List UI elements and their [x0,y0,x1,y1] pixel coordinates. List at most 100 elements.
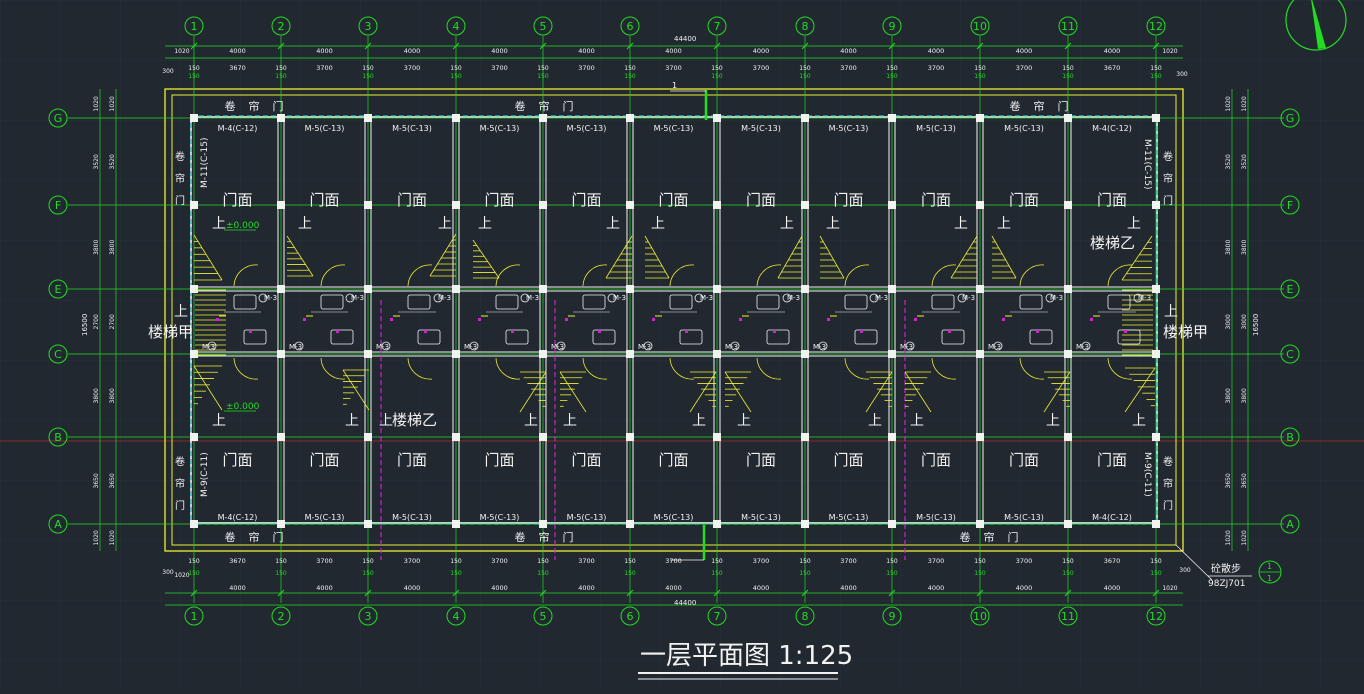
shop-label-lower-4: 门面 [571,451,601,469]
dim-bay-top-6: 4000 [753,47,770,55]
shop-label-lower-0: 门面 [222,451,252,469]
column-3-1 [452,201,460,209]
overall-dimension-bottom: 44400 [674,599,696,607]
bottom-door-0: M-4(C-12) [218,513,258,522]
column-1-1 [277,201,285,209]
column-7-3 [801,350,809,358]
dim-clear-bottom-8: 3700 [928,557,945,565]
pipe-mark-6 [739,318,742,321]
bottom-door-8: M-5(C-13) [916,513,956,522]
dim-wall-bottom-6: 150 [711,558,723,565]
dim-clear-top-3: 3700 [491,64,508,72]
dim-clear-bottom-4: 3700 [578,557,595,565]
up-label-lower: 上 [379,413,393,429]
door-m3-lower-6: M-3 [725,343,738,351]
column-3-5 [452,520,460,528]
rolling-door-4-0: 卷 [515,530,526,544]
dim-edge-top-left: 1020 [174,48,189,55]
rolling-door-4-2: 门 [563,530,574,544]
rolling-door-2-0: 卷 [1010,99,1021,113]
dim-wall2-top-0: 150 [188,73,200,80]
column-4-5 [539,520,547,528]
up-label-upper-2: 上 [438,216,452,232]
column-3-2 [452,285,460,293]
dim-wall-top-10: 150 [1062,65,1074,72]
bottom-door-7: M-5(C-13) [829,513,869,522]
column-1-5 [277,520,285,528]
pipe-mark-b-4 [598,330,601,333]
dim-v-left-5: 3650 [93,473,100,488]
door-m3-upper-10: M-3 [1138,294,1151,302]
pipe-mark-b-10 [1124,330,1127,333]
dim-v2-right-5: 3650 [1241,473,1248,488]
pipe-mark-b-9 [1036,330,1039,333]
column-2-3 [364,350,372,358]
rolling-door-0-1: 帘 [249,99,260,113]
axis-label-right-F: F [1287,199,1293,212]
pipe-mark-1 [303,318,306,321]
dim-wall-top-11: 150 [1150,65,1162,72]
overall-depth-right: 16500 [1252,314,1260,336]
dim-clear-top-6: 3700 [753,64,770,72]
pipe-mark-b-5 [685,330,688,333]
dim-bay-top-0: 4000 [229,47,246,55]
column-3-4 [452,433,460,441]
column-10-0 [1064,114,1072,122]
top-door-9: M-5(C-13) [1004,124,1044,133]
column-9-3 [976,350,984,358]
column-0-3 [190,350,198,358]
axis-label-bottom-7: 7 [714,610,721,623]
dim-bay-top-1: 4000 [316,47,333,55]
dim-offset-top-left: 300 [162,68,174,75]
dim-v-left-1: 3520 [93,154,100,169]
side-door-bottom-right: M-9(C-11) [1142,452,1152,497]
rolling-door-1-0: 卷 [515,99,526,113]
axis-label-top-8: 8 [802,20,809,33]
pipe-mark-9 [1002,318,1005,321]
dim-v-left-2: 3800 [93,240,100,255]
column-2-5 [364,520,372,528]
dim-wall-bottom-0: 150 [188,558,200,565]
dim-wall-bottom-4: 150 [537,558,549,565]
pipe-mark-b-1 [336,330,339,333]
dim-edge-bottom-right: 1020 [1162,585,1177,592]
axis-label-left-G: G [54,112,63,125]
column-2-4 [364,433,372,441]
column-11-4 [1152,433,1160,441]
rolling-door-2-2: 门 [1058,99,1069,113]
pipe-mark-b-6 [773,330,776,333]
shop-label-upper-0: 门面 [222,191,252,209]
rolling-door-0-2: 门 [273,99,284,113]
dim-v2-right-3: 3000 [1241,314,1248,329]
dim-wall2-bottom-9: 150 [974,570,986,577]
axis-label-top-4: 4 [453,20,460,33]
dim-clear-bottom-10: 3670 [1104,557,1121,565]
shop-label-upper-8: 门面 [921,191,951,209]
dim-wall2-top-1: 150 [275,73,287,80]
axis-label-bottom-5: 5 [540,610,547,623]
column-2-0 [364,114,372,122]
column-2-1 [364,201,372,209]
up-label-upper-4: 上 [606,216,620,232]
column-10-2 [1064,285,1072,293]
detail-index-top: 1 [1267,562,1272,571]
pipe-mark-b-0 [249,330,252,333]
rolling-door-3-0: 卷 [225,530,236,544]
column-9-2 [976,285,984,293]
dim-wall2-top-7: 150 [799,73,811,80]
dim-wall-top-3: 150 [450,65,462,72]
column-11-3 [1152,350,1160,358]
column-8-1 [888,201,896,209]
rolling-door-0-0: 卷 [225,99,236,113]
column-9-0 [976,114,984,122]
stair-b-label-lower: 楼梯乙 [392,411,437,429]
door-m3-lower-3: M-3 [464,343,477,351]
pipe-mark-3 [478,318,481,321]
axis-label-left-C: C [54,348,62,361]
dim-v-right-3: 3000 [1225,314,1232,329]
dim-v-right-6: 1020 [1225,530,1232,545]
column-10-4 [1064,433,1072,441]
cad-drawing-canvas[interactable]: 1 2 3 4 5 6 7 8 9 10 11 12 1 2 3 4 5 6 7 8 9 10 11 12 GFECBA G… [0,0,1364,690]
side-rolling-door-0-2: 门 [175,194,185,207]
dim-clear-bottom-9: 3700 [1016,557,1033,565]
